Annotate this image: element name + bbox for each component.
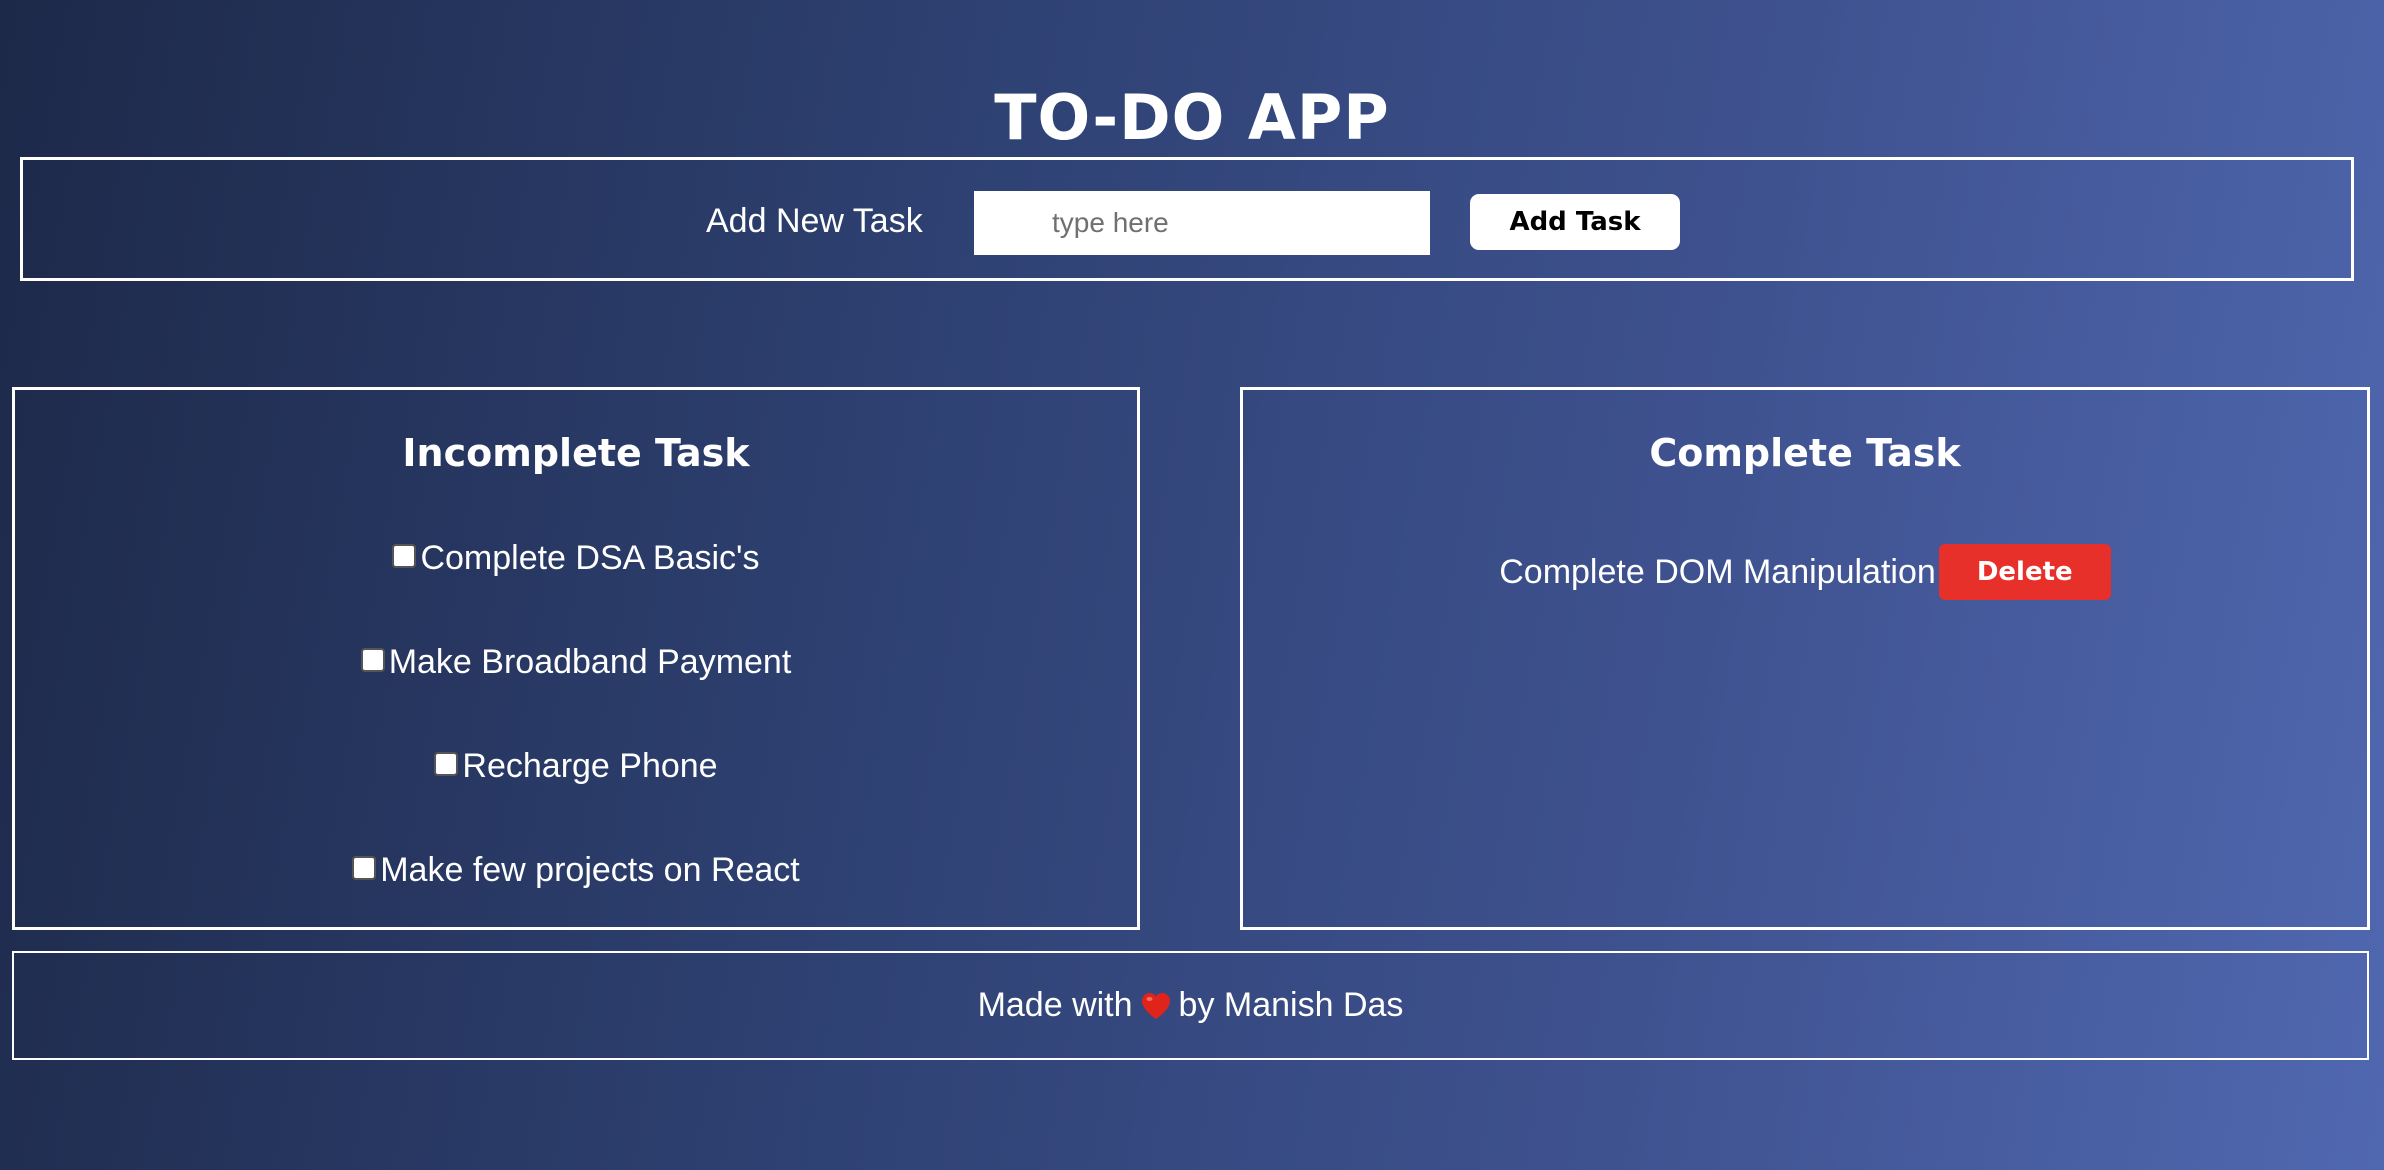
task-checkbox[interactable] <box>434 752 459 776</box>
task-input[interactable] <box>974 191 1430 255</box>
incomplete-task-item: Complete DSA Basic's <box>15 538 1137 642</box>
footer: Made with by Manish Das <box>12 951 2369 1060</box>
incomplete-task-list: Complete DSA Basic's Make Broadband Paym… <box>15 538 1137 954</box>
delete-button[interactable]: Delete <box>1938 544 2111 600</box>
task-label: Make few projects on React <box>380 851 800 889</box>
add-task-button[interactable]: Add Task <box>1470 194 1680 250</box>
task-label: Make Broadband Payment <box>388 643 792 681</box>
task-checkbox[interactable] <box>392 544 417 568</box>
heart-icon <box>1141 992 1171 1020</box>
add-task-panel: Add New Task Add Task <box>20 157 2354 281</box>
footer-suffix: by Manish Das <box>1178 986 1404 1024</box>
complete-task-title: Complete Task <box>1649 431 1961 475</box>
footer-prefix: Made with <box>977 986 1133 1024</box>
task-checkbox[interactable] <box>360 648 385 672</box>
task-label: Recharge Phone <box>462 747 718 785</box>
incomplete-task-panel: Incomplete Task Complete DSA Basic's Mak… <box>12 387 1140 930</box>
task-label: Complete DOM Manipulation <box>1499 553 1936 591</box>
incomplete-task-item: Make few projects on React <box>15 850 1137 954</box>
task-label: Complete DSA Basic's <box>420 539 760 577</box>
app-title: TO-DO APP <box>994 80 1390 154</box>
complete-task-item: Complete DOM Manipulation Delete <box>1243 544 2367 600</box>
add-task-label: Add New Task <box>706 202 923 240</box>
incomplete-task-title: Incomplete Task <box>402 431 750 475</box>
incomplete-task-item: Recharge Phone <box>15 746 1137 850</box>
complete-task-panel: Complete Task Complete DOM Manipulation … <box>1240 387 2370 930</box>
task-checkbox[interactable] <box>352 856 377 880</box>
incomplete-task-item: Make Broadband Payment <box>15 642 1137 746</box>
